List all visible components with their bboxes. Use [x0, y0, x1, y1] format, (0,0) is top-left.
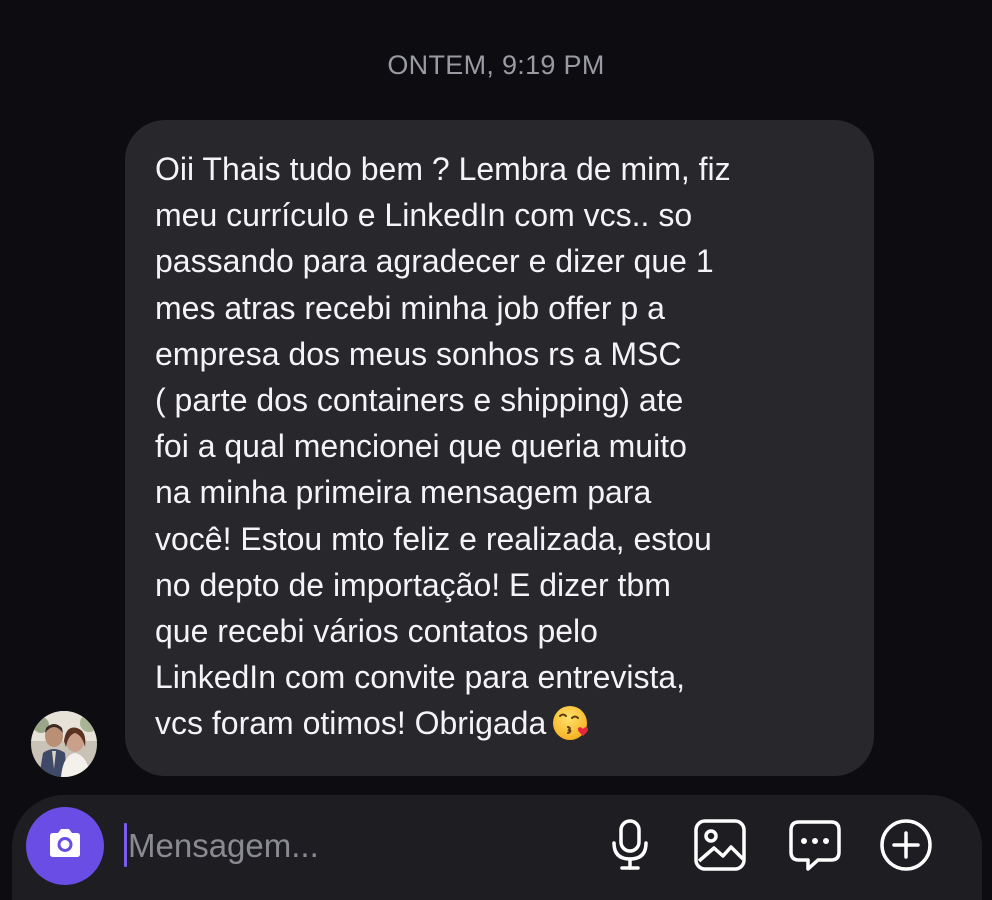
message-text: Oii Thais tudo bem ? Lembra de mim, fiz … — [155, 151, 731, 742]
message-bubble[interactable]: Oii Thais tudo bem ? Lembra de mim, fiz … — [125, 120, 874, 776]
message-composer — [12, 795, 982, 900]
text-cursor — [124, 823, 127, 867]
plus-icon — [878, 817, 934, 878]
sticker-icon — [788, 818, 842, 877]
add-button[interactable] — [878, 817, 934, 878]
kiss-emoji-icon — [552, 703, 592, 755]
chat-screen: ONTEM, 9:19 PM Oii Thais tudo bem ? Lemb… — [0, 0, 992, 900]
camera-button[interactable] — [26, 807, 104, 885]
microphone-button[interactable] — [602, 818, 658, 877]
microphone-icon — [608, 818, 652, 877]
gallery-icon — [693, 818, 747, 877]
sticker-button[interactable] — [787, 819, 843, 875]
camera-icon — [46, 827, 84, 866]
message-timestamp: ONTEM, 9:19 PM — [387, 50, 605, 80]
message-input[interactable] — [128, 817, 588, 875]
gallery-button[interactable] — [692, 818, 748, 877]
contact-avatar[interactable] — [31, 711, 97, 777]
